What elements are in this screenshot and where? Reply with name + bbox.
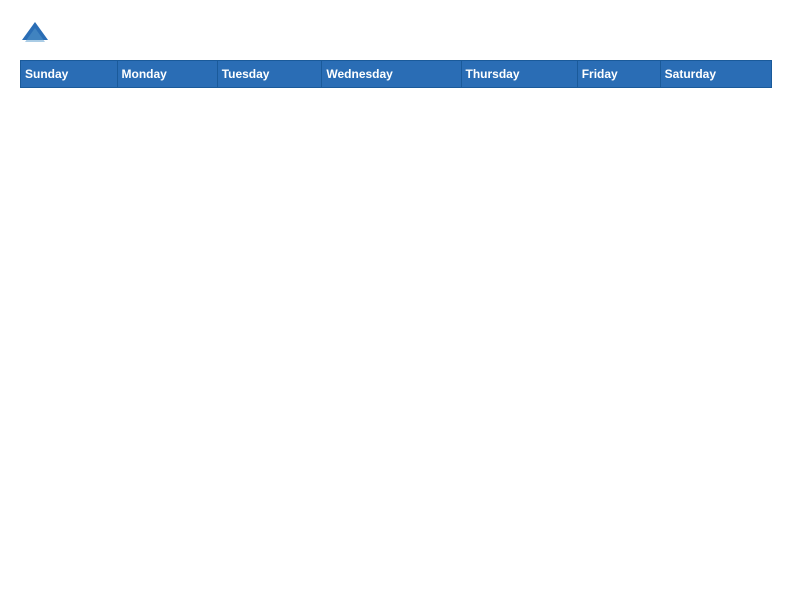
weekday-header-wednesday: Wednesday — [322, 61, 461, 88]
weekday-header-sunday: Sunday — [21, 61, 118, 88]
calendar-table: SundayMondayTuesdayWednesdayThursdayFrid… — [20, 60, 772, 88]
weekday-header-friday: Friday — [577, 61, 660, 88]
page-header — [20, 20, 772, 50]
logo-icon — [20, 20, 50, 50]
weekday-header-saturday: Saturday — [660, 61, 771, 88]
weekday-header-tuesday: Tuesday — [217, 61, 322, 88]
weekday-header-monday: Monday — [117, 61, 217, 88]
weekday-header-thursday: Thursday — [461, 61, 577, 88]
logo — [20, 20, 54, 50]
calendar-header-row: SundayMondayTuesdayWednesdayThursdayFrid… — [21, 61, 772, 88]
